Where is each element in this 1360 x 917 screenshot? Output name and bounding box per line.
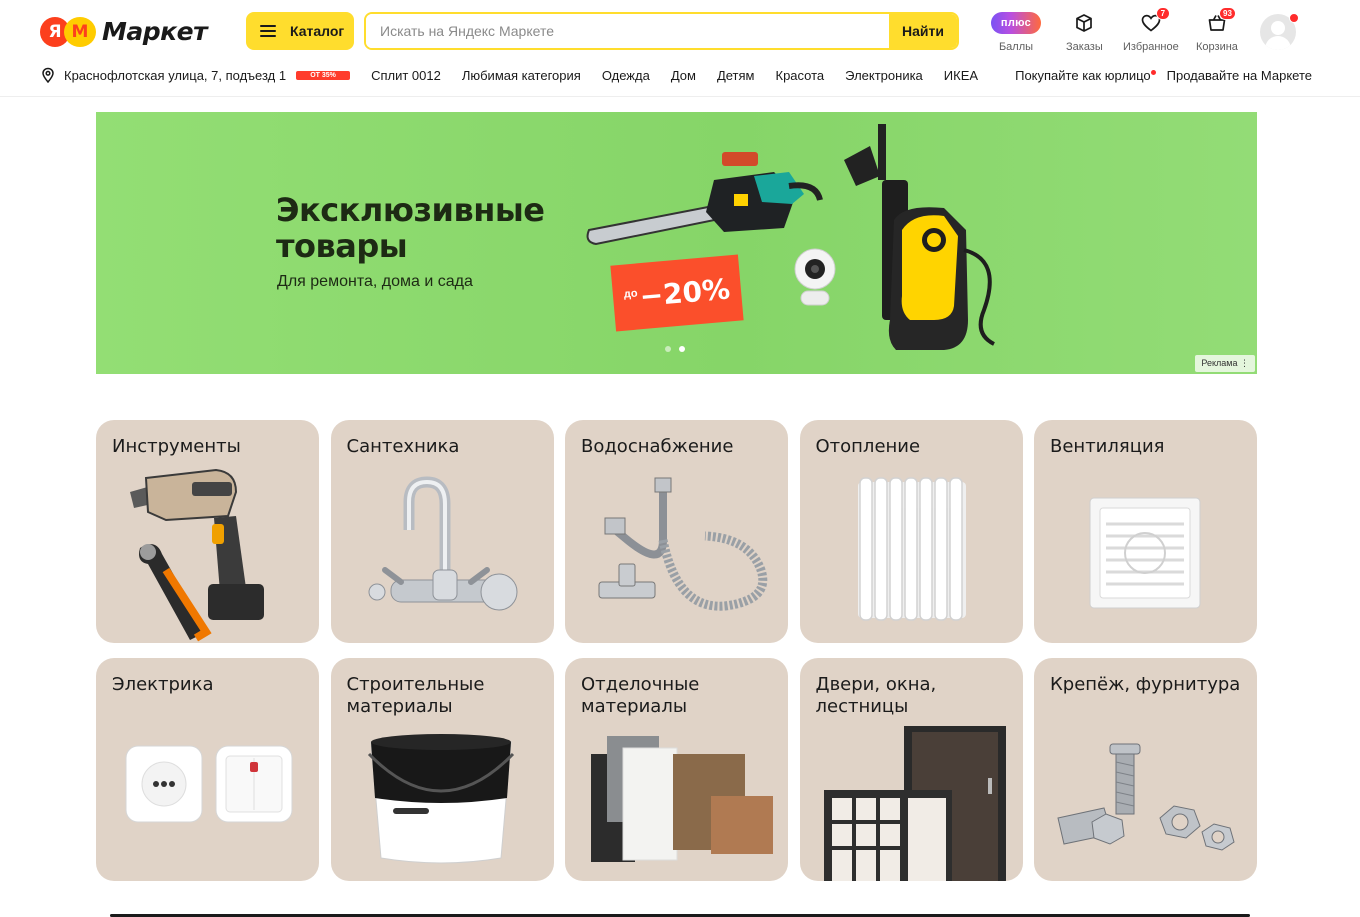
category-title: Строительные материалы (346, 674, 485, 717)
ya-market-logo-icon: ЯМ (40, 14, 98, 48)
nav-link-home[interactable]: Дом (671, 68, 696, 83)
market-logo[interactable]: ЯМ Маркет (40, 14, 208, 48)
orders-caption: Заказы (1066, 41, 1103, 53)
catalog-button-label: Каталог (290, 23, 345, 39)
delivery-address[interactable]: Краснофлотская улица, 7, подъезд 1 ОТ 35… (40, 67, 351, 83)
nav-link-sell[interactable]: Продавайте на Маркете (1167, 68, 1312, 83)
category-title: Крепёж, фурнитура (1050, 674, 1241, 695)
location-pin-icon (42, 67, 54, 83)
category-card-finishing-materials[interactable]: Отделочные материалы (565, 658, 788, 881)
category-title: Двери, окна, лестницы (815, 674, 937, 717)
discount-badge: до −20% (610, 254, 744, 332)
nav-link-electronics[interactable]: Электроника (845, 68, 923, 83)
delivery-address-text: Краснофлотская улица, 7, подъезд 1 (64, 67, 287, 83)
nav-link-clothes[interactable]: Одежда (602, 68, 650, 83)
category-grid: Инструменты Сантехника Водоснабжение Ото… (96, 420, 1257, 881)
category-title: Отопление (815, 436, 921, 457)
notification-dot (1289, 13, 1299, 23)
category-card-tools[interactable]: Инструменты (96, 420, 319, 643)
category-card-water-supply[interactable]: Водоснабжение (565, 420, 788, 643)
search-bar: Найти (364, 12, 959, 50)
plus-icon: плюс (991, 12, 1041, 34)
cart-icon: 93 (1207, 7, 1236, 36)
carousel-dots (665, 346, 693, 352)
category-card-ventilation[interactable]: Вентиляция (1034, 420, 1257, 643)
category-title: Водоснабжение (581, 436, 734, 457)
nav-link-business[interactable]: Покупайте как юрлицо (1015, 67, 1156, 83)
category-card-building-materials[interactable]: Строительные материалы (330, 658, 554, 881)
banner-subtitle: Для ремонта, дома и сада (277, 273, 473, 290)
cart-badge: 93 (1219, 7, 1236, 20)
security-camera-image (794, 248, 836, 306)
orders-button[interactable]: Заказы (1066, 10, 1103, 53)
nav-link-split[interactable]: Сплит 0012 (371, 68, 441, 83)
category-card-plumbing[interactable]: Сантехника (330, 420, 554, 643)
logo-text: Маркет (102, 16, 208, 46)
search-input[interactable] (366, 14, 889, 48)
discount-value: −20% (638, 271, 732, 313)
orders-icon (1074, 10, 1094, 36)
category-card-fasteners[interactable]: Крепёж, фурнитура (1034, 658, 1257, 881)
favorites-badge: 7 (1155, 7, 1170, 20)
menu-icon (260, 25, 276, 37)
chainsaw-image (586, 152, 823, 246)
plus-caption: Баллы (998, 41, 1034, 53)
category-card-doors-windows[interactable]: Двери, окна, лестницы (799, 658, 1023, 881)
search-button[interactable]: Найти (889, 14, 957, 48)
cart-button[interactable]: 93 Корзина (1196, 7, 1238, 53)
pressure-washer-image (844, 124, 995, 350)
catalog-button[interactable]: Каталог (246, 12, 354, 50)
sub-navigation: Краснофлотская улица, 7, подъезд 1 ОТ 35… (40, 64, 1312, 86)
category-title: Сантехника (346, 436, 460, 457)
nav-link-ikea[interactable]: ИКЕА (944, 68, 978, 83)
promo-pill: ОТ 35% (296, 70, 351, 80)
category-title: Отделочные материалы (581, 674, 700, 717)
cart-caption: Корзина (1196, 41, 1238, 53)
new-dot (1150, 69, 1156, 75)
category-card-heating[interactable]: Отопление (799, 420, 1023, 643)
nav-link-kids[interactable]: Детям (717, 68, 755, 83)
category-title: Электрика (112, 674, 214, 695)
carousel-dot-1[interactable] (665, 346, 671, 352)
category-card-electrics[interactable]: Электрика (96, 658, 319, 881)
banner-title: Эксклюзивные товары (276, 191, 545, 265)
nav-link-business-label: Покупайте как юрлицо (1015, 67, 1151, 83)
category-title: Инструменты (112, 436, 241, 457)
plus-points-button[interactable]: плюс Баллы (991, 10, 1041, 53)
promo-banner[interactable]: Эксклюзивные товары Для ремонта, дома и … (96, 112, 1257, 374)
nav-link-favorite-category[interactable]: Любимая категория (462, 68, 581, 83)
favorites-button[interactable]: 7 Избранное (1123, 7, 1179, 53)
nav-link-beauty[interactable]: Красота (776, 68, 825, 83)
ad-label[interactable]: Реклама ⋮ (1195, 355, 1255, 372)
heart-icon: 7 (1141, 7, 1170, 36)
site-header: ЯМ Маркет Каталог Найти плюс Баллы Заказ… (0, 0, 1360, 97)
favorites-caption: Избранное (1123, 41, 1179, 53)
category-title: Вентиляция (1050, 436, 1165, 457)
carousel-dot-2[interactable] (679, 346, 685, 352)
discount-prefix: до (623, 287, 639, 301)
